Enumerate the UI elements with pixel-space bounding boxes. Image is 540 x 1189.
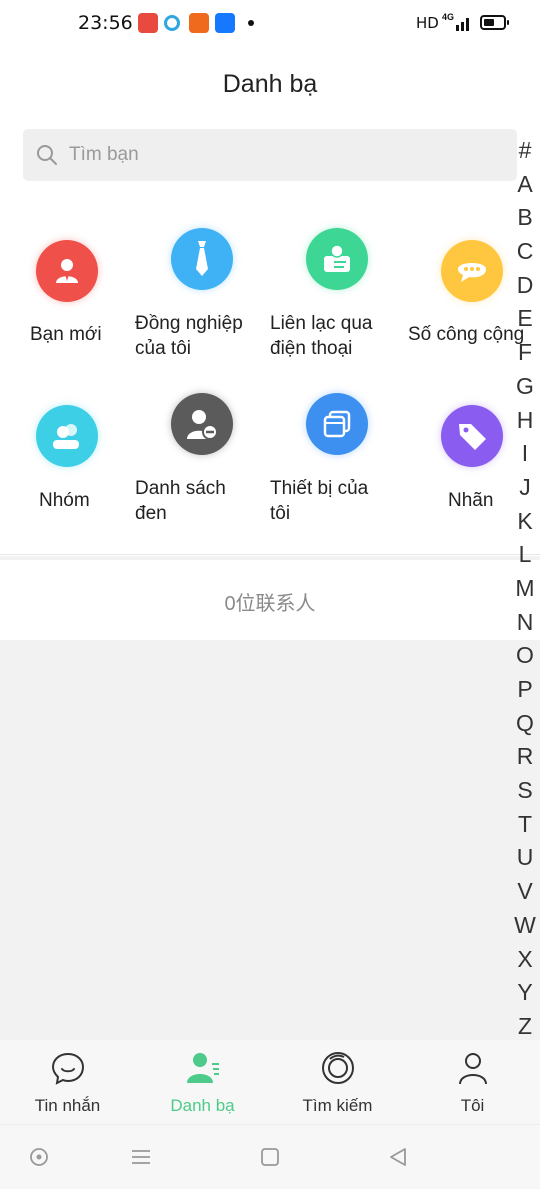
phone-contact-label-line2: điện thoại bbox=[270, 338, 353, 359]
search-input[interactable] bbox=[69, 141, 489, 169]
contact-count-section: 0位联系人 bbox=[0, 560, 540, 640]
zhihu-notification-icon bbox=[215, 13, 235, 33]
alphabet-letter[interactable]: S bbox=[510, 774, 540, 808]
search-icon bbox=[37, 145, 57, 165]
header: Danh bạ bbox=[0, 48, 540, 120]
alphabet-letter[interactable]: H bbox=[510, 404, 540, 438]
new-friend-icon bbox=[36, 240, 98, 302]
search-bar[interactable] bbox=[23, 129, 517, 181]
section-divider bbox=[0, 554, 540, 555]
blacklist-label: Danh sách đen bbox=[135, 476, 226, 526]
chat-bubble-icon bbox=[51, 1052, 84, 1085]
new-friend-label: Bạn mới bbox=[30, 324, 102, 345]
battery-icon bbox=[480, 15, 509, 30]
alphabet-letter[interactable]: L bbox=[510, 538, 540, 572]
blacklist-label-line2: đen bbox=[135, 503, 167, 524]
public-account-chat-icon bbox=[441, 240, 503, 302]
colleague-tie-icon bbox=[171, 228, 233, 290]
alphabet-letter[interactable]: U bbox=[510, 841, 540, 875]
alphabet-letter[interactable]: J bbox=[510, 471, 540, 505]
device-label: Thiết bị của tôi bbox=[270, 476, 368, 526]
alphabet-letter[interactable]: E bbox=[510, 302, 540, 336]
alphabet-letter[interactable]: G bbox=[510, 370, 540, 404]
tab-messages-label: Tin nhắn bbox=[34, 1096, 101, 1115]
alphabet-letter[interactable]: B bbox=[510, 201, 540, 235]
tag-label: Nhãn bbox=[448, 490, 494, 511]
network-type-label: 4G bbox=[442, 12, 455, 22]
app-notification-icon-1 bbox=[138, 13, 158, 33]
alphabet-letter[interactable]: Y bbox=[510, 976, 540, 1010]
phone-contact-label-line1: Liên lạc qua bbox=[270, 313, 373, 334]
alphabet-letter[interactable]: N bbox=[510, 606, 540, 640]
phone-contact-icon bbox=[306, 228, 368, 290]
home-icon[interactable] bbox=[258, 1145, 282, 1169]
phone-contact-item[interactable]: Liên lạc qua điện thoại bbox=[270, 225, 400, 365]
tab-me[interactable]: Tôi bbox=[405, 1040, 540, 1124]
status-time: 23:56 bbox=[78, 12, 133, 34]
colleague-label-line1: Đồng nghiệp bbox=[135, 313, 243, 334]
menu-icon[interactable] bbox=[129, 1145, 153, 1169]
colleague-item[interactable]: Đồng nghiệp của tôi bbox=[135, 225, 265, 365]
group-icon bbox=[36, 405, 98, 467]
alphabet-letter[interactable]: A bbox=[510, 168, 540, 202]
alphabet-letter[interactable]: X bbox=[510, 943, 540, 977]
colleague-label: Đồng nghiệp của tôi bbox=[135, 311, 243, 361]
system-nav-bar bbox=[0, 1124, 540, 1189]
device-label-line2: tôi bbox=[270, 503, 291, 524]
discover-icon bbox=[321, 1052, 354, 1084]
assistant-icon[interactable] bbox=[27, 1145, 51, 1169]
alphabet-letter[interactable]: O bbox=[510, 639, 540, 673]
tab-search-label: Tìm kiếm bbox=[302, 1096, 373, 1115]
contacts-icon bbox=[186, 1053, 219, 1083]
tab-me-label: Tôi bbox=[460, 1096, 485, 1115]
alphabet-letter[interactable]: M bbox=[510, 572, 540, 606]
more-notifications-dot bbox=[248, 20, 254, 26]
group-item[interactable]: Nhóm bbox=[0, 400, 130, 520]
back-icon[interactable] bbox=[386, 1145, 410, 1169]
tab-contacts[interactable]: Danh bạ bbox=[135, 1040, 270, 1124]
public-account-label: Số công cộng bbox=[408, 324, 525, 345]
alphabet-letter[interactable]: C bbox=[510, 235, 540, 269]
blacklist-label-line1: Danh sách bbox=[135, 478, 226, 499]
blacklist-icon bbox=[171, 393, 233, 455]
tag-icon bbox=[441, 405, 503, 467]
alphabet-letter[interactable]: W bbox=[510, 909, 540, 943]
contact-count: 0位联系人 bbox=[224, 593, 316, 615]
alphabet-letter[interactable]: F bbox=[510, 336, 540, 370]
app-notification-icon-2 bbox=[164, 15, 180, 31]
alphabet-letter[interactable]: K bbox=[510, 505, 540, 539]
bottom-tab-bar: Tin nhắn Danh bạ Tìm kiếm Tôi bbox=[0, 1040, 540, 1124]
alphabet-letter[interactable]: Q bbox=[510, 707, 540, 741]
new-friend-item[interactable]: Bạn mới bbox=[0, 235, 130, 355]
profile-icon bbox=[458, 1053, 487, 1085]
alphabet-letter[interactable]: V bbox=[510, 875, 540, 909]
alphabet-index[interactable]: # A B C D E F G H I J K L M N O P Q R S T U V W X Y Z bbox=[510, 134, 540, 1044]
alphabet-letter[interactable]: Z bbox=[510, 1010, 540, 1044]
tab-messages[interactable]: Tin nhắn bbox=[0, 1040, 135, 1124]
status-bar: 23:56 HD 4G bbox=[0, 0, 540, 48]
phone-contact-label: Liên lạc qua điện thoại bbox=[270, 311, 372, 361]
colleague-label-line2: của tôi bbox=[135, 338, 191, 359]
hd-indicator: HD bbox=[416, 14, 439, 32]
device-item[interactable]: Thiết bị của tôi bbox=[270, 390, 400, 530]
blacklist-item[interactable]: Danh sách đen bbox=[135, 390, 265, 530]
tab-contacts-label: Danh bạ bbox=[170, 1096, 235, 1115]
alphabet-letter[interactable]: D bbox=[510, 269, 540, 303]
alphabet-letter[interactable]: P bbox=[510, 673, 540, 707]
alphabet-letter[interactable]: I bbox=[510, 437, 540, 471]
alphabet-letter[interactable]: R bbox=[510, 740, 540, 774]
contacts-screen: 23:56 HD 4G Danh bạ Bạn mới bbox=[0, 0, 540, 1189]
signal-icon: 4G bbox=[442, 12, 472, 34]
device-label-line1: Thiết bị của bbox=[270, 478, 369, 499]
alphabet-letter[interactable]: T bbox=[510, 808, 540, 842]
group-label: Nhóm bbox=[39, 490, 90, 511]
alphabet-letter[interactable]: # bbox=[510, 134, 540, 168]
device-icon bbox=[306, 393, 368, 455]
page-title: Danh bạ bbox=[222, 70, 318, 98]
tab-search[interactable]: Tìm kiếm bbox=[270, 1040, 405, 1124]
app-notification-icon-3 bbox=[189, 13, 209, 33]
